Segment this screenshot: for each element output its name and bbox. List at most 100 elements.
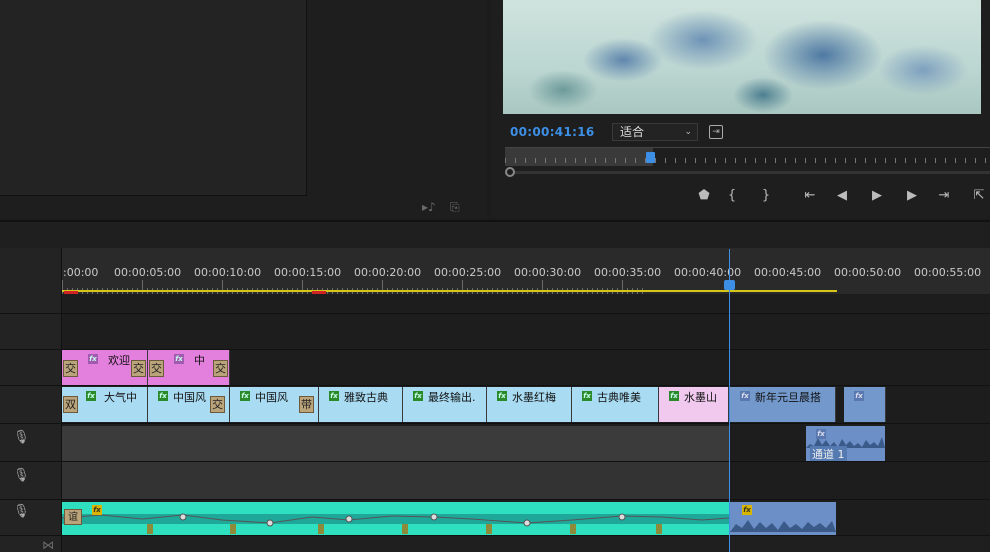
zoom-scroll-handle[interactable] [505,167,515,177]
ruler-tick [865,158,866,163]
audio-waveform [730,520,836,532]
insert-audio-icon[interactable]: ▸♪ [422,200,436,214]
zoom-fit-dropdown[interactable]: 适合 ⌄ [612,123,698,141]
ruler-tick [885,158,886,163]
ruler-tick [635,158,636,163]
clip-v3[interactable]: fx 中交交 [148,350,230,385]
ruler-time-label: 00:00:30:00 [514,266,582,279]
ruler-tick [835,158,836,163]
ruler-tick [705,158,706,163]
ruler-tick [945,158,946,163]
transition-marker[interactable]: 带 [299,396,314,413]
transition-marker[interactable]: 双 [63,396,78,413]
clip-v2[interactable]: fx 古典唯美 [572,387,659,422]
zoom-scrollbar[interactable] [505,171,990,174]
ruler-tick [805,158,806,163]
settings-icon[interactable]: ⇥ [709,125,723,139]
fx-badge: fx [669,391,679,401]
work-area-bar[interactable] [62,290,837,292]
track-lane-a2 [62,462,990,500]
transition-marker[interactable]: 交 [213,360,228,377]
play-button[interactable]: ▶ [868,188,886,204]
ruler-tick [785,158,786,163]
ruler-time-label: 00:00:50:00 [834,266,902,279]
playhead-timecode[interactable]: 00:00:41:16 [510,125,595,139]
time-ruler[interactable]: :00:00 00:00:05:00 00:00:10:00 00:00:15:00 0… [62,248,990,294]
ruler-tick [965,158,966,163]
step-back-button[interactable]: ◀ [833,188,851,204]
timeline-playhead-handle[interactable] [724,280,735,290]
clip-v3[interactable]: fx 欢迎交交 [62,350,148,385]
transition-marker[interactable]: 交 [149,360,164,377]
step-forward-button[interactable]: ▶ [903,188,921,204]
clip-v2[interactable]: fx 大气中 双 [62,387,148,422]
ruler-tick [985,158,986,163]
clip-label: 中国风 [173,391,206,404]
program-playhead-handle[interactable] [646,152,655,163]
audio-clip-a1[interactable]: fx 通道 1 [806,426,885,461]
fx-badge: fx [740,391,750,401]
ruler-time-label: 00:00:20:00 [354,266,422,279]
clip-label: 中 [194,354,205,367]
transition-marker[interactable]: 交 [210,396,225,413]
ruler-tick [665,158,666,163]
audio-waveform [62,513,729,534]
zoom-fit-value: 适合 [620,125,645,139]
go-to-in-button[interactable]: ⇤ [801,188,819,204]
lift-button[interactable]: ⇱ [970,188,988,204]
audio-track-fill [62,462,729,499]
clip-v2[interactable]: fx 新年元旦晨搭 [730,387,836,422]
fx-badge: fx [497,391,507,401]
track-lane-v4 [62,314,990,350]
microphone-icon[interactable]: 🎙 [13,504,30,519]
track-header-empty [0,294,62,314]
go-to-out-button[interactable]: ⇥ [935,188,953,204]
track-header-a2: 🎙 [0,462,62,500]
program-mini-ruler[interactable] [505,147,990,166]
clip-v2[interactable]: fx 水墨山 [659,387,729,422]
ruler-tick [895,158,896,163]
microphone-icon[interactable]: 🎙 [13,468,30,483]
clip-label: 欢迎 [108,354,130,367]
mark-in-button[interactable]: { [723,188,741,204]
clip-v2[interactable]: fx [844,387,886,422]
fx-badge: fx [240,391,250,401]
ruler-tick [565,158,566,163]
clip-v2[interactable]: fx 中国风交 [148,387,230,422]
track-header-v2 [0,386,62,424]
fx-badge: fx [413,391,423,401]
add-marker-button[interactable]: ⬟ [695,188,713,204]
transition-marker[interactable]: 交 [131,360,146,377]
track-header-v4 [0,314,62,350]
ruler-tick [585,158,586,163]
clip-v2[interactable]: fx 雅致古典 [319,387,403,422]
ruler-tick [955,158,956,163]
ruler-tick [815,158,816,163]
ruler-tick [655,158,656,163]
audio-clip-a3-main[interactable]: 谊 fx [62,502,729,535]
ruler-time-label: 00:00:55:00 [914,266,982,279]
clip-label: 中国风 [255,391,288,404]
source-monitor: ▸♪ ⎘ [0,0,487,218]
ruler-tick [755,158,756,163]
mark-out-button[interactable]: } [757,188,775,204]
clip-label: 古典唯美 [597,391,641,404]
fx-badge: fx [816,429,826,439]
ruler-tick [795,158,796,163]
fx-badge: fx [329,391,339,401]
microphone-icon[interactable]: 🎙 [13,430,30,445]
zoom-fit-icon[interactable]: ⋈ [42,538,54,552]
ruler-tick [825,158,826,163]
clip-v2[interactable]: fx 中国风带 [230,387,319,422]
ruler-tick [525,158,526,163]
transition-marker[interactable]: 交 [63,360,78,377]
ruler-tick [765,158,766,163]
clip-label: 水墨红梅 [512,391,556,404]
timeline-playhead-line [729,249,730,552]
export-frame-icon[interactable]: ⎘ [450,200,460,214]
audio-clip-a3-end[interactable]: fx [730,502,836,535]
clip-v2[interactable]: fx 水墨红梅 [487,387,572,422]
clip-label: 最终输出. [428,391,476,404]
clip-v2[interactable]: fx 最终输出. [403,387,487,422]
ruler-tick [625,158,626,163]
